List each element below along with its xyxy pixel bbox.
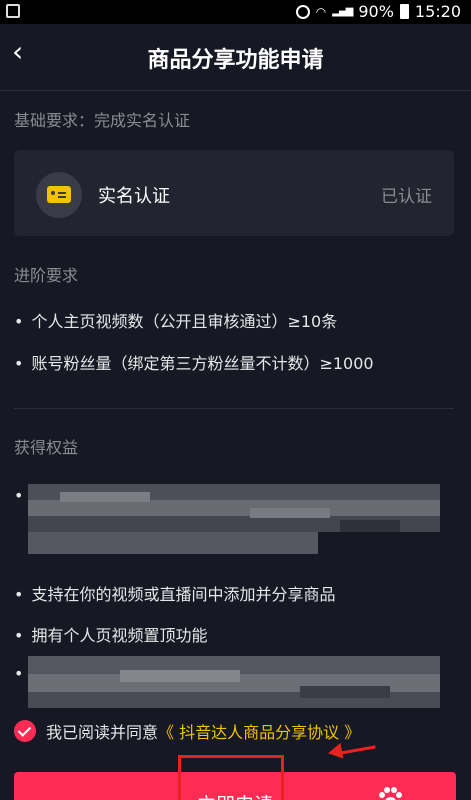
basic-requirement-label: 基础要求：完成实名认证: [14, 111, 191, 130]
status-bar: ◠ ▂▄▆ 90% 15:20: [0, 0, 471, 24]
agreement-text: 我已阅读并同意: [46, 723, 159, 742]
nav-divider: [0, 90, 471, 91]
nav-bar: ‹ 商品分享功能申请: [0, 24, 471, 90]
benefit-item: 拥有个人页视频置顶功能: [14, 622, 207, 646]
section-divider: [14, 408, 454, 409]
advanced-requirement-label: 进阶要求: [14, 266, 79, 285]
realname-card[interactable]: 实名认证 已认证: [14, 150, 454, 236]
agreement-checkbox[interactable]: [14, 720, 36, 742]
requirement-item: 个人主页视频数（公开且审核通过）≥10条: [14, 308, 337, 332]
annotation-arrow: [337, 745, 376, 755]
paw-icon: [378, 786, 402, 800]
bullet-dot: •: [14, 486, 24, 505]
benefits-label: 获得权益: [14, 438, 79, 457]
image-notification-icon: [6, 4, 20, 18]
annotation-highlight-box: [178, 755, 284, 800]
agreement-row: 我已阅读并同意 《 抖音达人商品分享协议 》: [14, 719, 360, 743]
benefit-item: 支持在你的视频或直播间中添加并分享商品: [14, 581, 335, 605]
signal-icon: ▂▄▆: [332, 6, 353, 17]
verified-status: 已认证: [381, 187, 432, 207]
agreement-link[interactable]: 《 抖音达人商品分享协议 》: [158, 719, 360, 743]
realname-card-title: 实名认证: [98, 186, 170, 207]
requirement-item: 账号粉丝量（绑定第三方粉丝量不计数）≥1000: [14, 350, 373, 374]
page-title: 商品分享功能申请: [147, 48, 324, 73]
clock: 15:20: [414, 2, 461, 21]
bullet-dot: •: [14, 664, 24, 683]
battery-percent: 90%: [358, 2, 394, 21]
annotation-arrow-head: [326, 742, 344, 762]
alarm-icon: [295, 4, 310, 19]
battery-icon: [399, 4, 409, 19]
wifi-icon: ◠: [315, 4, 327, 19]
id-card-icon: [36, 172, 82, 218]
status-icons: ◠ ▂▄▆ 90% 15:20: [295, 2, 461, 21]
